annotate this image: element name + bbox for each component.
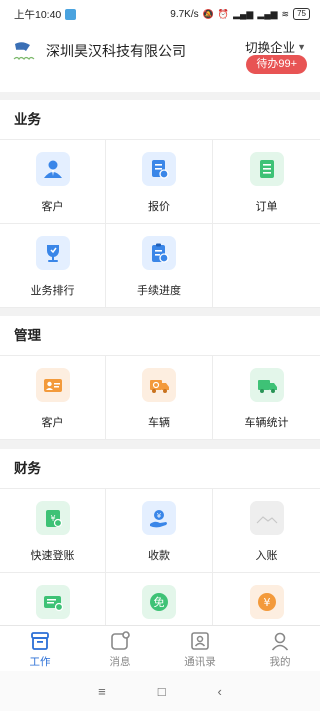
grid-item-vehicle-stats[interactable]: 车辆统计 — [213, 356, 320, 440]
tab-work[interactable]: 工作 — [0, 626, 80, 671]
section-title: 财务 — [0, 449, 320, 489]
svg-text:¥: ¥ — [157, 512, 162, 520]
grid-item-vehicle[interactable]: 车辆 — [106, 356, 213, 440]
grid-item-label: 入账 — [255, 550, 278, 562]
grid-item-order[interactable]: 订单 — [213, 140, 320, 224]
grid-item-receive-payment[interactable]: ¥ 收款 — [106, 489, 213, 573]
yuan-icon-glyph: ¥ — [263, 596, 270, 609]
section-title: 管理 — [0, 316, 320, 356]
money-card-icon — [35, 585, 70, 619]
quote-document-icon — [142, 152, 176, 186]
clipboard-progress-icon — [142, 236, 176, 270]
switch-enterprise-button[interactable]: 切换企业 ▼ — [245, 37, 306, 56]
message-icon — [111, 631, 130, 650]
grid-item-label: 车辆统计 — [244, 417, 289, 429]
receive-payment-icon: ¥ — [142, 501, 176, 535]
menu-nav-button[interactable]: ≡ — [98, 684, 106, 699]
grid-item-label: 收款 — [148, 550, 170, 562]
grid-item-customer-manage[interactable]: 客户 — [0, 356, 106, 440]
image-placeholder-icon — [249, 501, 284, 535]
grid-item-label: 手续进度 — [137, 285, 181, 297]
todo-badge[interactable]: 待办99+ — [246, 55, 307, 74]
grid-item-label: 车辆 — [148, 417, 170, 429]
grid-item-procedure-progress[interactable]: 手续进度 — [106, 224, 213, 308]
order-list-icon — [249, 152, 284, 186]
grid-item-customer[interactable]: 客户 — [0, 140, 106, 224]
grid-item-label: 订单 — [255, 201, 278, 213]
contacts-icon — [191, 632, 209, 650]
company-logo-icon — [13, 42, 35, 61]
company-name: 深圳昊汉科技有限公司 — [46, 43, 186, 59]
quick-ledger-icon: ¥ — [35, 501, 70, 535]
battery-icon: 75 — [293, 8, 310, 20]
status-bar: 上午10:40 9.7K/s 🔕 ⏰ ▂▄▆ ▂▄▆ ≋ 75 — [0, 0, 320, 28]
truck-icon — [142, 368, 176, 402]
tab-label: 通讯录 — [184, 656, 216, 668]
grid-item-label: 业务排行 — [30, 285, 75, 297]
customer-person-icon — [35, 152, 70, 186]
grid-item-label: 快速登账 — [30, 550, 75, 562]
signal-2-icon: ▂▄▆ — [257, 8, 278, 19]
system-nav-bar: ≡ □ ‹ — [0, 671, 320, 711]
alarm-icon: ⏰ — [217, 8, 230, 19]
grid-item-label: 客户 — [41, 417, 64, 429]
profile-icon — [271, 632, 289, 651]
home-nav-button[interactable]: □ — [158, 684, 166, 699]
grid-item-business-ranking[interactable]: 业务排行 — [0, 224, 106, 308]
free-icon-glyph: 免 — [154, 595, 165, 609]
grid-item-empty — [213, 224, 320, 308]
tab-profile[interactable]: 我的 — [240, 626, 320, 671]
switch-enterprise-label: 切换企业 — [245, 41, 296, 55]
tab-label: 消息 — [109, 656, 131, 668]
signal-icon: ▂▄▆ — [233, 8, 254, 19]
grid-item-quick-ledger[interactable]: ¥ 快速登账 — [0, 489, 106, 573]
header: 深圳昊汉科技有限公司 切换企业 ▼ 待办99+ — [0, 28, 320, 92]
free-icon: 免 — [142, 585, 176, 619]
work-box-icon — [31, 632, 49, 650]
tab-label: 工作 — [29, 656, 51, 668]
wifi-icon: ≋ — [281, 8, 290, 19]
section-business: 业务 客户 报价 订单 业务排行 手续进度 — [0, 100, 320, 308]
grid-item-quote[interactable]: 报价 — [106, 140, 213, 224]
tab-messages[interactable]: 消息 — [80, 626, 160, 671]
grid-item-label: 报价 — [148, 201, 170, 213]
tab-contacts[interactable]: 通讯录 — [160, 626, 240, 671]
section-management: 管理 客户 车辆 车辆统计 — [0, 316, 320, 440]
yuan-coin-icon: ¥ — [249, 585, 284, 619]
grid-item-label: 客户 — [41, 201, 64, 213]
truck-stats-icon — [249, 368, 284, 402]
app-notification-icon — [65, 8, 77, 20]
trophy-ranking-icon — [35, 236, 70, 270]
bottom-tab-bar: 工作 消息 通讯录 我的 — [0, 625, 320, 671]
chevron-down-icon: ▼ — [297, 41, 306, 52]
network-speed: 9.7K/s — [170, 8, 199, 20]
section-title: 业务 — [0, 100, 320, 140]
status-time: 上午10:40 — [14, 8, 62, 21]
customer-card-icon — [35, 368, 70, 402]
grid-item-book-entry[interactable]: 入账 — [213, 489, 320, 573]
mute-icon: 🔕 — [202, 8, 214, 19]
back-nav-button[interactable]: ‹ — [218, 684, 222, 699]
tab-label: 我的 — [269, 656, 291, 668]
